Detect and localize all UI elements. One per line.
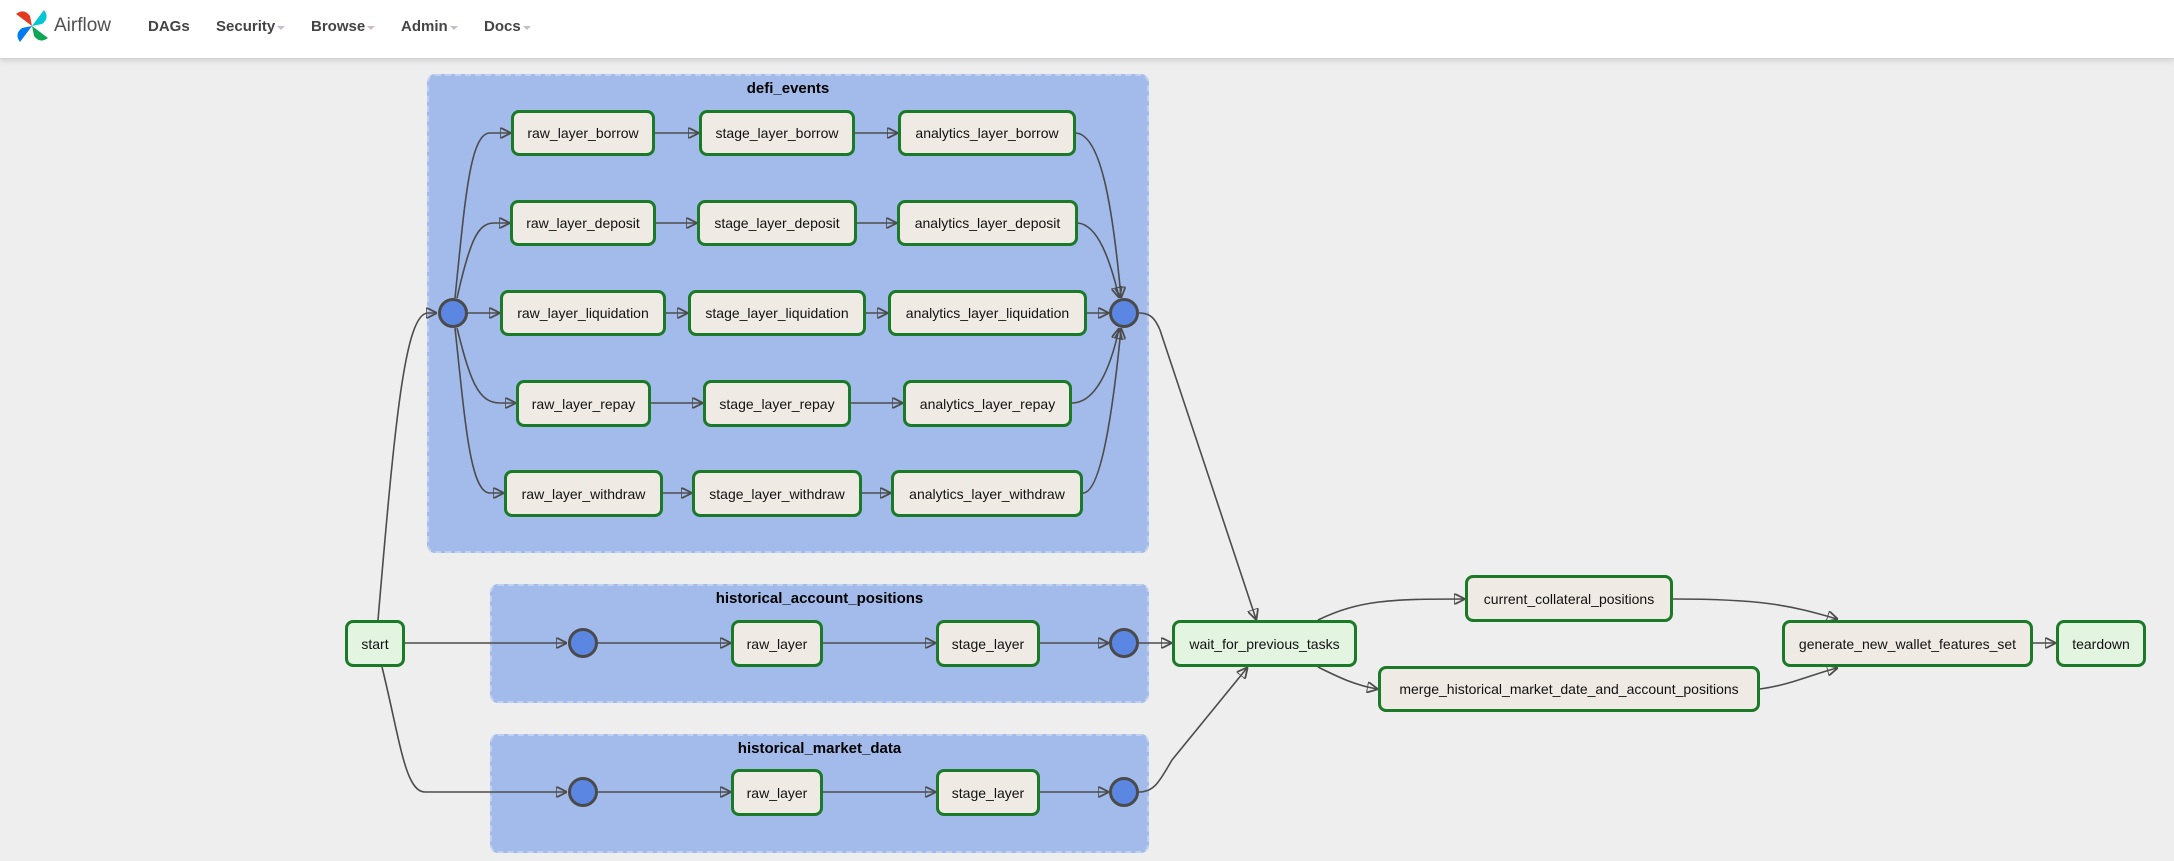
task-raw-layer-borrow[interactable]: raw_layer_borrow [511,110,655,156]
task-hap-raw-layer[interactable]: raw_layer [731,620,823,667]
group-title: historical_market_data [737,740,902,757]
chevron-down-icon [367,25,376,30]
task-hap-stage-layer[interactable]: stage_layer [936,620,1040,667]
hap-upstream-join[interactable] [568,628,598,658]
dag-graph: defi_events historical_account_positions… [0,0,2174,861]
nav-admin[interactable]: Admin [401,18,458,35]
edge [1317,599,1464,621]
task-hmd-raw-layer[interactable]: raw_layer [731,769,823,816]
edge [1138,312,1256,619]
nav-dags-label: DAGs [148,18,190,35]
chevron-down-icon [449,25,458,30]
edge [1759,668,1837,690]
nav-dags[interactable]: DAGs [148,18,190,35]
task-raw-layer-repay[interactable]: raw_layer_repay [516,380,651,427]
task-stage-layer-borrow[interactable]: stage_layer_borrow [699,110,855,156]
nav-docs-label: Docs [484,18,521,35]
task-start[interactable]: start [345,620,405,667]
task-stage-layer-withdraw[interactable]: stage_layer_withdraw [692,470,862,517]
task-merge-historical-market-date-and-account-positions[interactable]: merge_historical_market_date_and_account… [1378,666,1760,712]
group-title: historical_account_positions [715,590,924,607]
task-raw-layer-liquidation[interactable]: raw_layer_liquidation [500,290,666,336]
task-wait-for-previous-tasks[interactable]: wait_for_previous_tasks [1172,620,1357,667]
task-analytics-layer-liquidation[interactable]: analytics_layer_liquidation [888,290,1087,336]
task-hmd-stage-layer[interactable]: stage_layer [936,769,1040,816]
nav-security[interactable]: Security [216,18,286,35]
edge [1317,666,1377,689]
airflow-logo-link[interactable]: Airflow [12,6,111,46]
edge [1138,668,1247,793]
task-analytics-layer-repay[interactable]: analytics_layer_repay [903,380,1072,427]
task-raw-layer-withdraw[interactable]: raw_layer_withdraw [504,470,663,517]
task-analytics-layer-borrow[interactable]: analytics_layer_borrow [898,110,1076,156]
defi-events-upstream-join[interactable] [438,298,468,328]
brand-name: Airflow [54,15,112,36]
task-stage-layer-repay[interactable]: stage_layer_repay [703,380,851,427]
nav-security-label: Security [216,18,276,35]
nav-browse[interactable]: Browse [311,18,376,35]
task-analytics-layer-deposit[interactable]: analytics_layer_deposit [897,200,1078,246]
task-raw-layer-deposit[interactable]: raw_layer_deposit [510,200,656,246]
airflow-pinwheel-icon [16,10,48,42]
task-analytics-layer-withdraw[interactable]: analytics_layer_withdraw [891,470,1083,517]
hmd-downstream-join[interactable] [1109,777,1139,807]
chevron-down-icon [277,25,286,30]
group-title: defi_events [746,80,830,97]
defi-events-downstream-join[interactable] [1109,298,1139,328]
navbar: Airflow DAGs Security Browse Admin Docs [0,0,2174,59]
task-generate-new-wallet-features-set[interactable]: generate_new_wallet_features_set [1782,620,2033,667]
chevron-down-icon [522,25,531,30]
task-stage-layer-deposit[interactable]: stage_layer_deposit [697,200,857,246]
task-current-collateral-positions[interactable]: current_collateral_positions [1465,575,1673,622]
hmd-upstream-join[interactable] [568,777,598,807]
nav-docs[interactable]: Docs [484,18,531,35]
nav-admin-label: Admin [401,18,448,35]
hap-downstream-join[interactable] [1109,628,1139,658]
nav-browse-label: Browse [311,18,366,35]
task-stage-layer-liquidation[interactable]: stage_layer_liquidation [688,290,866,336]
edge [1672,598,1837,619]
task-teardown[interactable]: teardown [2056,620,2146,667]
